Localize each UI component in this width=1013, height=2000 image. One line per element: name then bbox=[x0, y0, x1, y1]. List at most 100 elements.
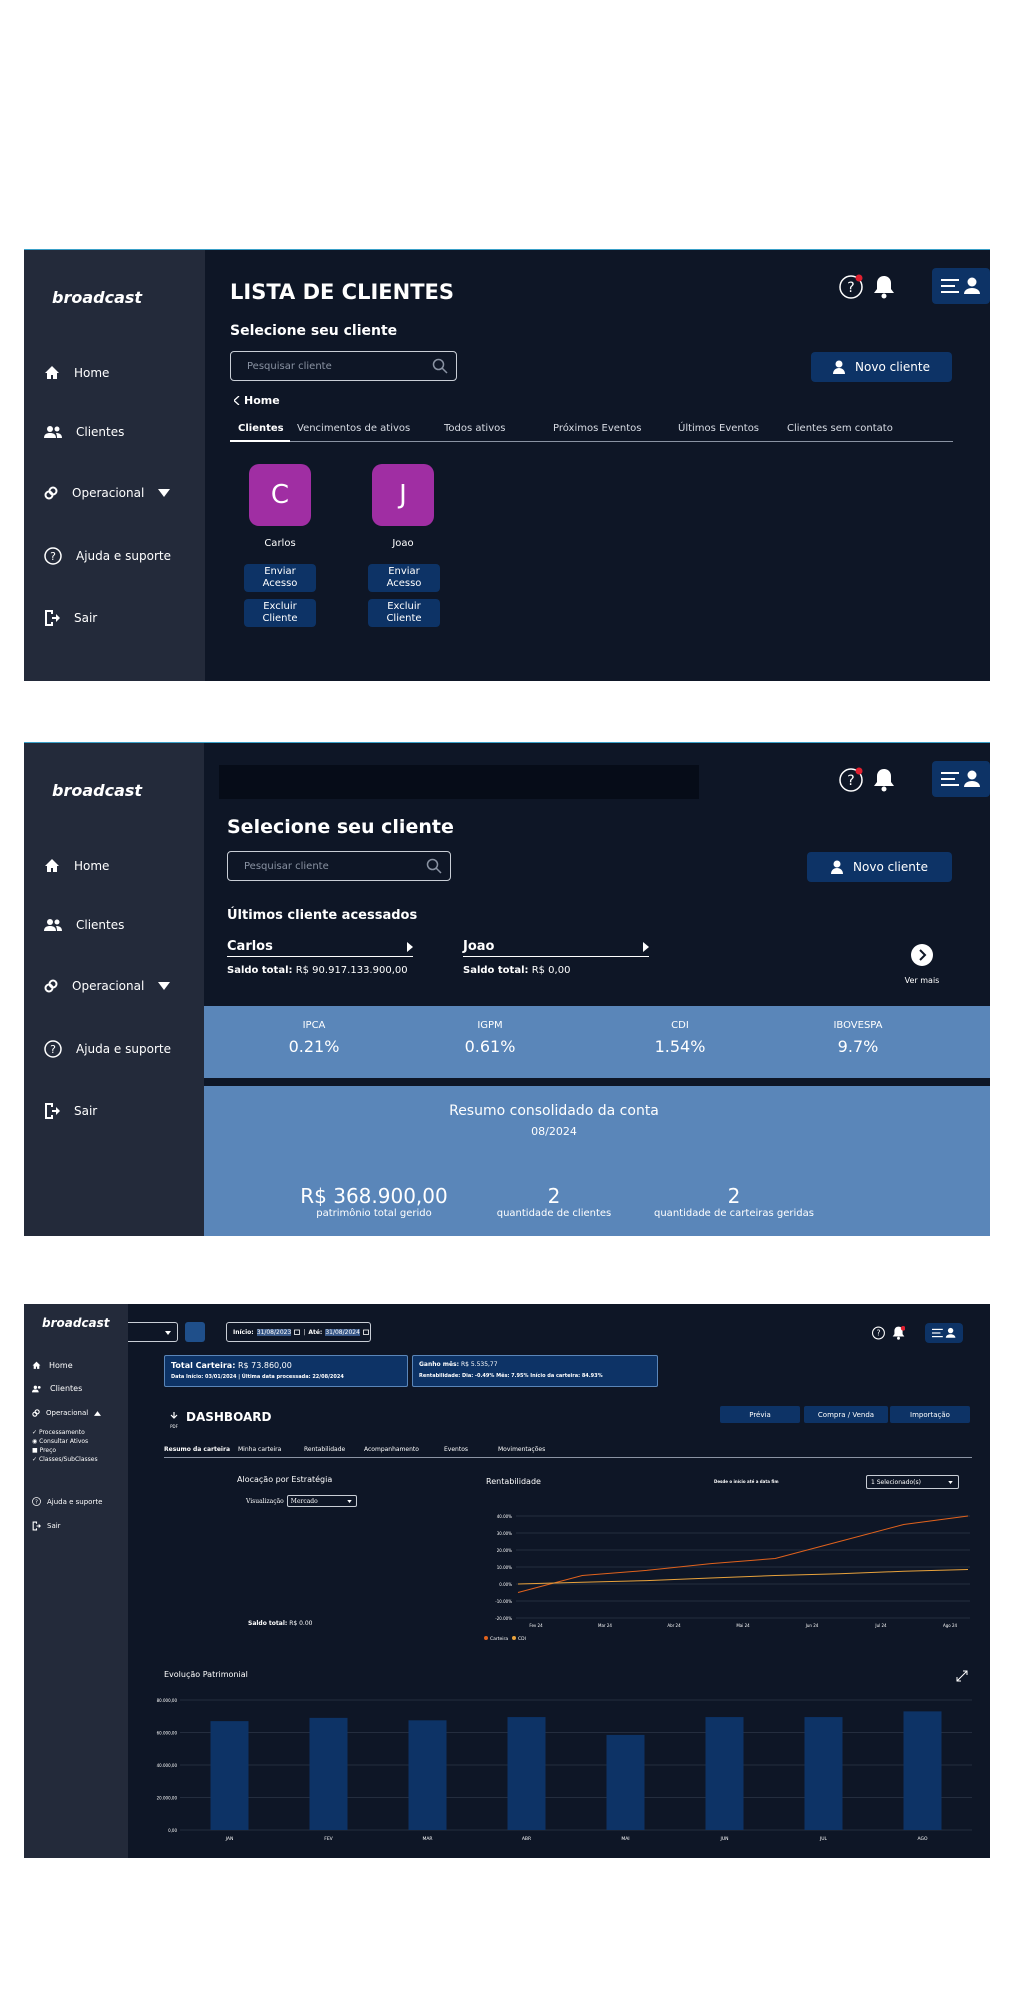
tab-todos-ativos[interactable]: Todos ativos bbox=[444, 423, 505, 434]
enviar-acesso-button[interactable]: Enviar Acesso bbox=[368, 564, 440, 592]
menu-user-button[interactable] bbox=[932, 268, 990, 304]
y-tick-label: -10.00% bbox=[495, 1599, 512, 1604]
svg-text:?: ? bbox=[876, 1329, 880, 1338]
sub-nav-consultar[interactable]: ◉ Consultar Ativos bbox=[32, 1437, 98, 1446]
visualizacao-select[interactable]: Mercado bbox=[286, 1495, 357, 1507]
apply-button[interactable] bbox=[185, 1322, 205, 1342]
nav-clientes[interactable]: Clientes bbox=[44, 425, 124, 439]
avatar[interactable]: J bbox=[372, 464, 434, 526]
nav-operacional[interactable]: Operacional bbox=[44, 979, 171, 993]
tab-acompanhamento[interactable]: Acompanhamento bbox=[364, 1446, 419, 1453]
bell-icon[interactable] bbox=[873, 275, 895, 299]
stat-label: patrimônio total gerido bbox=[316, 1208, 432, 1219]
sub-nav-label: Consultar Ativos bbox=[39, 1438, 89, 1445]
nav-sair[interactable]: Sair bbox=[44, 609, 97, 627]
top-icons: ? bbox=[839, 767, 899, 795]
index-label: IGPM bbox=[477, 1020, 503, 1031]
avatar[interactable]: C bbox=[249, 464, 311, 526]
sub-nav-classes[interactable]: ✓ Classes/SubClasses bbox=[32, 1455, 98, 1464]
tab-rentabilidade[interactable]: Rentabilidade bbox=[304, 1446, 345, 1453]
date-inicio[interactable]: 31/08/2023 bbox=[256, 1328, 292, 1336]
sub-nav-preco[interactable]: ■ Preço bbox=[32, 1446, 98, 1455]
nav-operacional-label: Operacional bbox=[72, 486, 145, 500]
nav-home[interactable]: Home bbox=[44, 858, 109, 874]
menu-user-button[interactable] bbox=[925, 1323, 963, 1343]
tab-vencimentos[interactable]: Vencimentos de ativos bbox=[297, 423, 410, 434]
y-tick-label: 20.000,00 bbox=[157, 1796, 178, 1801]
recent-client-joao[interactable]: Joao Saldo total: R$ 0,00 bbox=[463, 939, 649, 976]
search-input[interactable]: Pesquisar cliente bbox=[230, 351, 457, 381]
nav-sair[interactable]: Sair bbox=[32, 1521, 61, 1531]
y-tick-label: 0.00% bbox=[499, 1582, 512, 1587]
nav-ajuda[interactable]: ? Ajuda e suporte bbox=[44, 547, 171, 565]
tab-proximos-eventos[interactable]: Próximos Eventos bbox=[553, 423, 641, 434]
nav-home-label: Home bbox=[74, 366, 110, 380]
nav-operacional[interactable]: Operacional bbox=[44, 486, 171, 500]
nav-clientes-label: Clientes bbox=[76, 918, 125, 932]
back-link[interactable]: Home bbox=[234, 394, 280, 407]
tab-minha-carteira[interactable]: Minha carteira bbox=[238, 1446, 281, 1453]
menu-user-icon bbox=[941, 277, 980, 294]
excluir-cliente-button[interactable]: Excluir Cliente bbox=[244, 599, 316, 627]
nav-clientes[interactable]: Clientes bbox=[44, 918, 124, 932]
tab-movimentacoes[interactable]: Movimentações bbox=[498, 1446, 545, 1453]
x-tick-label: Ago 24 bbox=[943, 1623, 958, 1628]
tab-clientes-sem-contato[interactable]: Clientes sem contato bbox=[787, 423, 893, 434]
date-ate[interactable]: 31/08/2024 bbox=[325, 1328, 360, 1336]
ver-mais-button[interactable]: Ver mais bbox=[899, 944, 945, 985]
help-icon[interactable]: ? bbox=[839, 274, 865, 300]
nav-home[interactable]: Home bbox=[32, 1361, 73, 1370]
novo-cliente-button[interactable]: Novo cliente bbox=[811, 352, 952, 382]
importacao-button[interactable]: Importação bbox=[890, 1406, 970, 1423]
tab-clientes[interactable]: Clientes bbox=[238, 423, 284, 434]
enviar-acesso-button[interactable]: Enviar Acesso bbox=[244, 564, 316, 592]
rentabilidade-select[interactable]: 1 Selecionado(s) bbox=[866, 1475, 959, 1489]
home-icon bbox=[32, 1361, 41, 1369]
sub-nav-processamento[interactable]: ✓ Processamento bbox=[32, 1428, 98, 1437]
expand-icon[interactable] bbox=[956, 1670, 968, 1682]
bar bbox=[903, 1711, 942, 1830]
excluir-cliente-button[interactable]: Excluir Cliente bbox=[368, 599, 440, 627]
svg-text:?: ? bbox=[50, 550, 56, 563]
nav-clientes[interactable]: Clientes bbox=[32, 1384, 82, 1393]
logo: broadcast bbox=[52, 288, 143, 307]
nav-home[interactable]: Home bbox=[44, 365, 109, 381]
date-range[interactable]: Início: 31/08/2023 | Até: 31/08/2024 bbox=[226, 1322, 371, 1342]
y-tick-label: 30.00% bbox=[497, 1531, 512, 1536]
tab-ultimos-eventos[interactable]: Últimos Eventos bbox=[678, 423, 759, 434]
compra-venda-button[interactable]: Compra / Venda bbox=[804, 1406, 888, 1423]
caret-right-icon bbox=[643, 941, 649, 952]
tab-resumo[interactable]: Resumo da carteira bbox=[164, 1446, 230, 1453]
pdf-label: PDF bbox=[170, 1424, 178, 1429]
nav-sair[interactable]: Sair bbox=[44, 1102, 97, 1120]
client-select[interactable] bbox=[128, 1322, 178, 1342]
x-tick-label: Mai 24 bbox=[736, 1623, 750, 1628]
help-icon[interactable]: ? bbox=[872, 1326, 886, 1340]
x-tick-label: Fev 24 bbox=[529, 1623, 543, 1628]
chevron-down-icon bbox=[347, 1500, 352, 1503]
novo-cliente-button[interactable]: Novo cliente bbox=[807, 852, 952, 882]
search-input[interactable]: Pesquisar cliente bbox=[227, 851, 451, 881]
caret-right-icon bbox=[407, 941, 413, 952]
menu-user-button[interactable] bbox=[932, 761, 990, 797]
nav-home-label: Home bbox=[74, 859, 110, 873]
bell-icon[interactable] bbox=[873, 768, 895, 792]
visualizacao: Visualização Mercado bbox=[246, 1495, 357, 1507]
nav-ajuda[interactable]: ? Ajuda e suporte bbox=[44, 1040, 171, 1058]
menu-user-icon bbox=[932, 1327, 956, 1338]
pdf-button[interactable]: PDF bbox=[168, 1405, 180, 1429]
saldo-label: Saldo total: bbox=[463, 965, 529, 976]
bell-icon[interactable] bbox=[892, 1326, 905, 1340]
nav-operacional-label: Operacional bbox=[72, 979, 145, 993]
total-carteira-card: Total Carteira: R$ 73.860,00 Data Início… bbox=[164, 1355, 408, 1387]
chevron-up-icon bbox=[94, 1410, 102, 1416]
bar bbox=[408, 1720, 447, 1830]
previa-button[interactable]: Prévia bbox=[720, 1406, 800, 1423]
tab-eventos[interactable]: Eventos bbox=[444, 1446, 468, 1453]
resumo-title: Resumo consolidado da conta bbox=[449, 1103, 659, 1119]
nav-operacional[interactable]: Operacional bbox=[32, 1409, 102, 1417]
help-icon[interactable]: ? bbox=[839, 767, 865, 793]
recent-client-carlos[interactable]: Carlos Saldo total: R$ 90.917.133.900,00 bbox=[227, 939, 413, 976]
nav-ajuda[interactable]: ? Ajuda e suporte bbox=[32, 1497, 102, 1506]
link-icon bbox=[44, 979, 58, 993]
